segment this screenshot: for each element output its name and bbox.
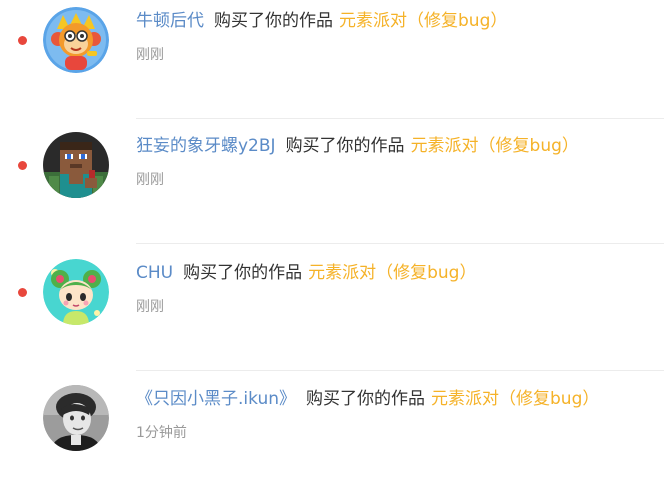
notification-text: 《只因小黑子.ikun》 购买了你的作品 元素派对（修复bug）: [136, 386, 599, 412]
monkey-cartoon-avatar[interactable]: [43, 7, 109, 73]
notification-text: 牛顿后代 购买了你的作品 元素派对（修复bug）: [136, 8, 507, 34]
divider: [136, 243, 664, 244]
unread-indicator: [18, 36, 27, 45]
timestamp: 刚刚: [136, 299, 164, 315]
green-cartoon-girl-avatar[interactable]: [43, 259, 109, 325]
timestamp: 1分钟前: [136, 425, 187, 441]
work-link[interactable]: 元素派对（修复bug）: [308, 263, 476, 283]
username-link[interactable]: 狂妄的象牙螺y2BJ: [136, 136, 276, 156]
grayscale-photo-avatar[interactable]: [43, 385, 109, 451]
timestamp: 刚刚: [136, 172, 164, 188]
pixel-character-avatar[interactable]: [43, 132, 109, 198]
action-text: 购买了你的作品: [183, 263, 303, 283]
purchase-notification-list: 牛顿后代 购买了你的作品 元素派对（修复bug） 刚刚 狂妄的象牙螺y2BJ 购…: [0, 0, 664, 469]
notification-text: 狂妄的象牙螺y2BJ 购买了你的作品 元素派对（修复bug）: [136, 133, 579, 159]
username-link[interactable]: 《只因小黑子.ikun》: [136, 389, 296, 409]
work-link[interactable]: 元素派对（修复bug）: [431, 389, 599, 409]
timestamp: 刚刚: [136, 47, 164, 63]
notification-item[interactable]: 狂妄的象牙螺y2BJ 购买了你的作品 元素派对（修复bug） 刚刚: [0, 118, 664, 244]
notification-item[interactable]: CHU 购买了你的作品 元素派对（修复bug） 刚刚: [0, 245, 664, 371]
work-link[interactable]: 元素派对（修复bug）: [339, 11, 507, 31]
username-link[interactable]: 牛顿后代: [136, 11, 204, 31]
notification-item[interactable]: 《只因小黑子.ikun》 购买了你的作品 元素派对（修复bug） 1分钟前: [0, 371, 664, 497]
action-text: 购买了你的作品: [306, 389, 425, 409]
notification-item[interactable]: 牛顿后代 购买了你的作品 元素派对（修复bug） 刚刚: [0, 0, 664, 119]
work-link[interactable]: 元素派对（修复bug）: [411, 136, 579, 156]
notification-text: CHU 购买了你的作品 元素派对（修复bug）: [136, 260, 476, 286]
action-text: 购买了你的作品: [214, 11, 333, 31]
action-text: 购买了你的作品: [285, 136, 405, 156]
username-link[interactable]: CHU: [136, 263, 173, 283]
unread-indicator: [18, 161, 27, 170]
unread-indicator: [18, 288, 27, 297]
